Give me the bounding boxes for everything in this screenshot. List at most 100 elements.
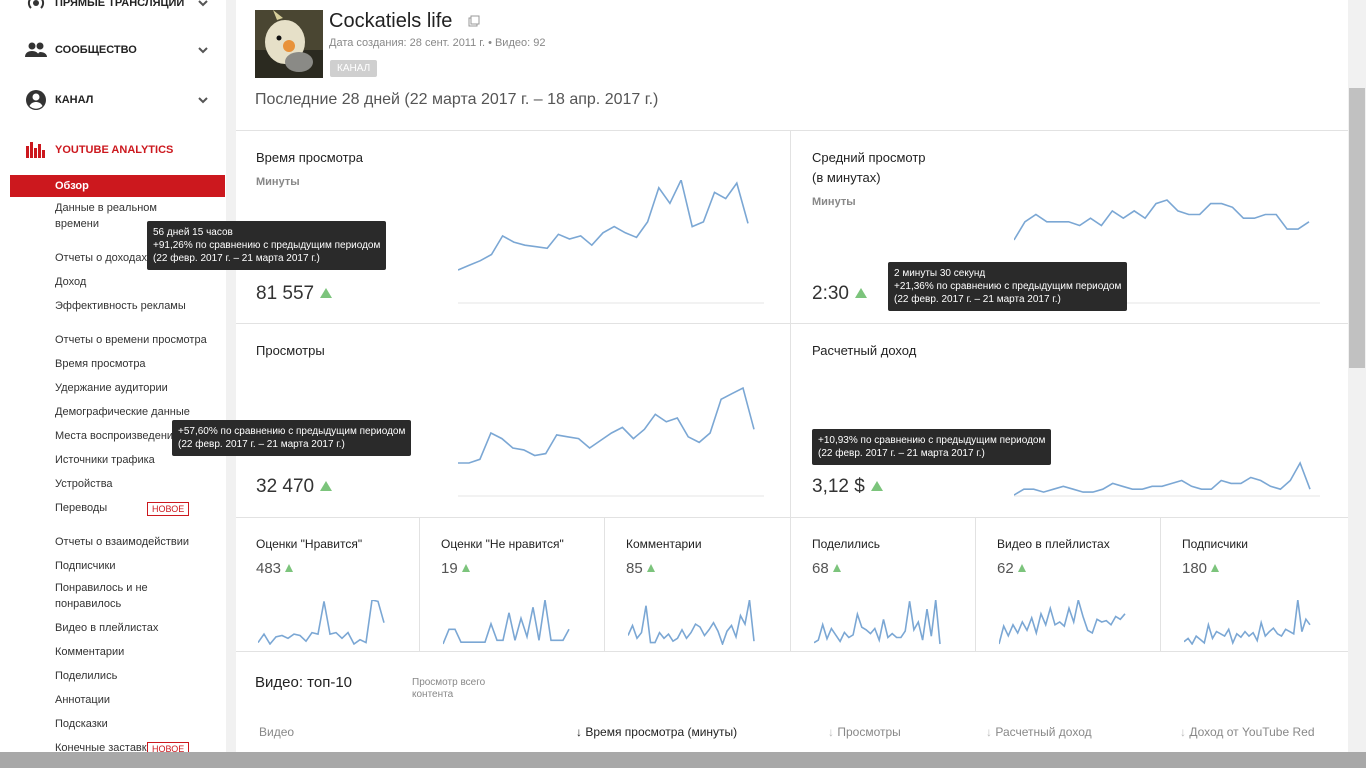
sidebar-section-label: КАНАЛ: [55, 94, 94, 106]
arrow-down-icon: ↓: [1180, 725, 1186, 739]
mini-chart-1[interactable]: [258, 600, 388, 645]
card-title[interactable]: Время просмотра: [256, 148, 363, 168]
top10-title: Видео: топ-10: [255, 674, 353, 691]
card-title-line: (в минутах): [812, 170, 881, 185]
sidebar-item-sharing[interactable]: Поделились: [0, 668, 226, 684]
external-link-icon[interactable]: [468, 15, 480, 27]
column-header-views[interactable]: ↓ Просмотры: [828, 725, 901, 739]
mini-card-title[interactable]: Комментарии: [626, 537, 702, 551]
card-unit: Минуты: [256, 176, 300, 188]
sidebar-section-live[interactable]: ПРЯМЫЕ ТРАНСЛЯЦИИ: [0, 0, 226, 18]
mini-chart-4[interactable]: [814, 600, 944, 645]
trend-up-icon: [870, 481, 883, 491]
mini-chart-2[interactable]: [443, 600, 573, 645]
chevron-down-icon[interactable]: [196, 43, 210, 57]
tooltip-line: +21,36% по сравнению с предыдущим период…: [894, 281, 1122, 292]
mini-card-value: 68: [812, 560, 841, 577]
divider: [236, 651, 1348, 652]
column-header-revenue[interactable]: ↓ Расчетный доход: [986, 725, 1092, 739]
mini-card-value: 180: [1182, 560, 1220, 577]
horizontal-scrollbar[interactable]: [0, 752, 1366, 768]
tooltip-line: (22 февр. 2017 г. – 21 марта 2017 г.): [178, 439, 345, 450]
mini-card-value-text: 483: [256, 560, 282, 577]
series-line: [628, 600, 755, 645]
column-header-label: Просмотры: [837, 725, 901, 739]
card-chart-4[interactable]: [1014, 373, 1320, 499]
account-icon: [25, 89, 47, 111]
sidebar-section-label: ПРЯМЫЕ ТРАНСЛЯЦИИ: [55, 0, 185, 9]
card-value: 32 470: [256, 476, 333, 498]
trend-up-icon: [461, 564, 470, 572]
mini-card-title[interactable]: Поделились: [812, 537, 880, 551]
sidebar-item-annotations[interactable]: Аннотации: [0, 692, 226, 708]
live-icon: [25, 0, 47, 14]
mini-card-value-text: 68: [812, 560, 829, 577]
sidebar-item-cards[interactable]: Подсказки: [0, 716, 226, 732]
column-header-red-revenue[interactable]: ↓ Доход от YouTube Red: [1180, 725, 1315, 739]
trend-up-icon: [646, 564, 655, 572]
sidebar-item-engagement-reports[interactable]: Отчеты о взаимодействии: [0, 534, 226, 550]
mini-card-title[interactable]: Оценки "Не нравится": [441, 537, 564, 551]
arrow-down-icon: ↓: [576, 725, 582, 739]
divider: [975, 517, 976, 651]
chevron-down-icon[interactable]: [196, 93, 210, 107]
mini-card-value: 85: [626, 560, 655, 577]
sidebar-section-channel[interactable]: КАНАЛ: [0, 85, 226, 115]
divider: [1160, 517, 1161, 651]
mini-card-title[interactable]: Оценки "Нравится": [256, 537, 362, 551]
card-title[interactable]: Средний просмотр (в минутах): [812, 148, 926, 188]
channel-avatar[interactable]: [255, 10, 323, 78]
mini-card-value-text: 180: [1182, 560, 1208, 577]
card-value-text: 32 470: [256, 476, 315, 497]
sidebar-item-revenue[interactable]: Доход: [0, 274, 226, 290]
channel-badge: КАНАЛ: [330, 60, 378, 77]
sidebar-item-devices[interactable]: Устройства: [0, 476, 226, 492]
series-line: [1014, 461, 1311, 496]
card-value-text: 3,12 $: [812, 476, 865, 497]
tooltip-line: +10,93% по сравнению с предыдущим период…: [818, 435, 1046, 446]
tooltip-line: 56 дней 15 часов: [153, 227, 233, 238]
tooltip-views: +57,60% по сравнению с предыдущим период…: [172, 420, 412, 456]
sidebar-item-watchtime-reports[interactable]: Отчеты о времени просмотра: [0, 332, 226, 348]
mini-chart-6[interactable]: [1184, 600, 1314, 645]
sidebar-section-community[interactable]: СООБЩЕСТВО: [0, 35, 226, 65]
sidebar-item-comments[interactable]: Комментарии: [0, 644, 226, 660]
sidebar-item-watchtime[interactable]: Время просмотра: [0, 356, 226, 372]
mini-card-title[interactable]: Подписчики: [1182, 537, 1248, 551]
sidebar-item-translations[interactable]: Переводы: [0, 500, 226, 516]
main-content: Cockatiels life Дата создания: 28 сент. …: [236, 0, 1348, 768]
card-chart-1[interactable]: [458, 180, 764, 306]
card-title[interactable]: Расчетный доход: [812, 341, 916, 361]
card-value-text: 81 557: [256, 283, 315, 304]
top10-note[interactable]: Просмотр всего контента: [412, 677, 512, 701]
card-title[interactable]: Просмотры: [256, 341, 325, 361]
column-header-watchtime[interactable]: ↓ Время просмотра (минуты): [576, 725, 737, 739]
channel-title[interactable]: Cockatiels life: [329, 10, 452, 33]
divider: [604, 517, 605, 651]
sidebar-item-playlists[interactable]: Видео в плейлистах: [0, 620, 226, 636]
sidebar-item-ad-performance[interactable]: Эффективность рекламы: [0, 298, 226, 314]
scrollbar-thumb[interactable]: [1349, 88, 1365, 368]
chevron-down-icon[interactable]: [196, 0, 210, 10]
trend-up-icon: [285, 564, 294, 572]
column-header-video[interactable]: Видео: [259, 725, 294, 739]
card-unit: Минуты: [812, 196, 856, 208]
tooltip-line: +91,26% по сравнению с предыдущим период…: [153, 240, 381, 251]
vertical-scrollbar[interactable]: [1348, 0, 1366, 768]
sidebar-item-likes-dislikes[interactable]: Понравилось и не понравилось: [0, 580, 160, 612]
sidebar-item-retention[interactable]: Удержание аудитории: [0, 380, 226, 396]
card-chart-3[interactable]: [458, 373, 764, 499]
mini-card-title[interactable]: Видео в плейлистах: [997, 537, 1110, 551]
sidebar-section-analytics[interactable]: YOUTUBE ANALYTICS: [0, 135, 226, 165]
mini-card-value-text: 85: [626, 560, 643, 577]
column-header-label: Расчетный доход: [995, 725, 1092, 739]
series-line: [458, 180, 749, 271]
sidebar-item-demographics[interactable]: Демографические данные: [0, 404, 226, 420]
series-line: [1014, 199, 1310, 241]
mini-chart-3[interactable]: [628, 600, 758, 645]
sidebar-item-overview[interactable]: Обзор: [10, 175, 225, 197]
tooltip-avg-view: 2 минуты 30 секунд +21,36% по сравнению …: [888, 262, 1128, 311]
mini-chart-5[interactable]: [999, 600, 1129, 645]
sidebar-item-subscribers[interactable]: Подписчики: [0, 558, 226, 574]
date-range[interactable]: Последние 28 дней (22 марта 2017 г. – 18…: [255, 91, 658, 109]
